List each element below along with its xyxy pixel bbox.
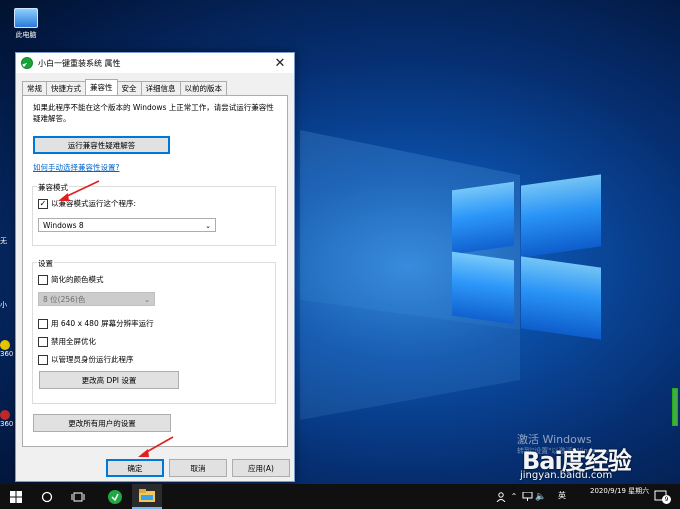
apply-button[interactable]: 应用(A) [232, 459, 290, 477]
tray-people-icon[interactable] [494, 484, 508, 509]
desktop-icon-this-pc[interactable]: 此电脑 [6, 8, 46, 40]
wallpaper-logo-pane-br [521, 256, 601, 340]
change-all-users-button[interactable]: 更改所有用户的设置 [33, 414, 171, 432]
color-depth-select: 8 位(256)色 ⌄ [38, 292, 155, 306]
compatibility-info-text: 如果此程序不能在这个版本的 Windows 上正常工作，请尝试运行兼容性疑难解答… [33, 103, 274, 123]
search-button[interactable] [34, 484, 60, 509]
network-icon [522, 492, 532, 501]
desktop-edge-icon-3[interactable]: 360 [0, 340, 14, 358]
windows-logo-icon [10, 490, 22, 503]
reduced-color-checkbox[interactable] [38, 274, 48, 285]
start-button[interactable] [0, 484, 32, 509]
action-center-button[interactable]: 9 [650, 484, 672, 509]
desktop-edge-icon-4[interactable]: 360 [0, 410, 14, 428]
taskbar-app-xiaobai[interactable] [100, 484, 130, 509]
baidu-jingyan-url: jingyan.baidu.com [520, 470, 613, 481]
tab-compatibility[interactable]: 兼容性 [85, 79, 118, 95]
settings-group-label: 设置 [37, 258, 54, 269]
xiaobai-taskbar-icon [108, 489, 122, 504]
run-troubleshooter-button[interactable]: 运行兼容性疑难解答 [33, 136, 170, 154]
tray-network-icon[interactable] [520, 484, 534, 509]
close-button[interactable]: ✕ [266, 53, 294, 73]
taskbar: ⌃ 🔈 英 2020/9/19 星期六 9 [0, 484, 680, 509]
checkmark-icon: ✓ [39, 198, 47, 208]
wallpaper-logo-pane-tr [521, 174, 601, 258]
desktop-edge-icon-2[interactable]: 小 [0, 300, 14, 310]
tab-general[interactable]: 常规 [22, 81, 47, 95]
chevron-down-icon: ⌄ [144, 296, 150, 304]
manual-settings-link[interactable]: 如何手动选择兼容性设置? [33, 162, 119, 173]
run-as-admin-row[interactable]: 以管理员身份运行此程序 [38, 354, 134, 365]
annotation-arrow-ok [138, 436, 174, 457]
run-as-admin-checkbox[interactable] [38, 354, 48, 365]
compat-mode-checkbox[interactable]: ✓ [38, 198, 48, 209]
tray-volume-icon[interactable]: 🔈 [535, 484, 547, 509]
task-view-button[interactable] [64, 484, 92, 509]
folder-icon [139, 489, 155, 502]
search-circle-icon [41, 491, 53, 502]
tab-strip: 常规 快捷方式 兼容性 安全 详细信息 以前的版本 [22, 79, 227, 95]
side-scroll-indicator [672, 388, 678, 426]
annotation-arrow-compat [58, 180, 100, 201]
settings-group: 设置 简化的颜色模式 8 位(256)色 ⌄ 用 640 x 480 屏幕分辨率… [32, 258, 276, 404]
disable-fullscreen-row[interactable]: 禁用全屏优化 [38, 336, 96, 347]
chevron-down-icon: ⌄ [205, 222, 211, 230]
task-view-icon [71, 492, 85, 501]
ime-indicator[interactable]: 英 [558, 490, 566, 501]
tab-shortcut[interactable]: 快捷方式 [46, 81, 86, 95]
wallpaper-logo-pane-bl [452, 251, 514, 325]
notification-count-badge: 9 [662, 495, 671, 504]
tray-clock[interactable]: 2020/9/19 星期六 [590, 486, 649, 496]
wallpaper-logo-pane-tl [452, 181, 514, 255]
disable-fullscreen-checkbox[interactable] [38, 336, 48, 347]
change-dpi-button[interactable]: 更改高 DPI 设置 [39, 371, 179, 389]
dialog-titlebar[interactable]: 小白一键重装系统 属性 ✕ [16, 53, 294, 73]
app-360-icon [0, 340, 10, 350]
compat-os-select[interactable]: Windows 8 ⌄ [38, 218, 216, 232]
taskbar-app-explorer[interactable] [132, 484, 162, 509]
tray-chevron-up-icon[interactable]: ⌃ [508, 484, 520, 509]
tray-date: 2020/9/19 星期六 [590, 487, 650, 495]
res-640-checkbox[interactable] [38, 318, 48, 329]
tab-previous-versions[interactable]: 以前的版本 [179, 81, 227, 95]
computer-icon [14, 8, 38, 28]
xiaobai-app-icon [21, 57, 33, 69]
tab-details[interactable]: 详细信息 [140, 81, 181, 95]
desktop-edge-icon-1[interactable]: 无 [0, 236, 14, 246]
close-icon: ✕ [274, 55, 286, 71]
dialog-title: 小白一键重装系统 属性 [38, 58, 121, 68]
tab-security[interactable]: 安全 [116, 81, 142, 95]
reduced-color-row[interactable]: 简化的颜色模式 [38, 274, 104, 285]
app-360-red-icon [0, 410, 10, 420]
res-640-row[interactable]: 用 640 x 480 屏幕分辨率运行 [38, 318, 154, 329]
properties-dialog: 小白一键重装系统 属性 ✕ 常规 快捷方式 兼容性 安全 详细信息 以前的版本 … [15, 52, 295, 482]
compatibility-panel: 如果此程序不能在这个版本的 Windows 上正常工作，请尝试运行兼容性疑难解答… [22, 95, 288, 447]
person-icon [496, 491, 506, 502]
